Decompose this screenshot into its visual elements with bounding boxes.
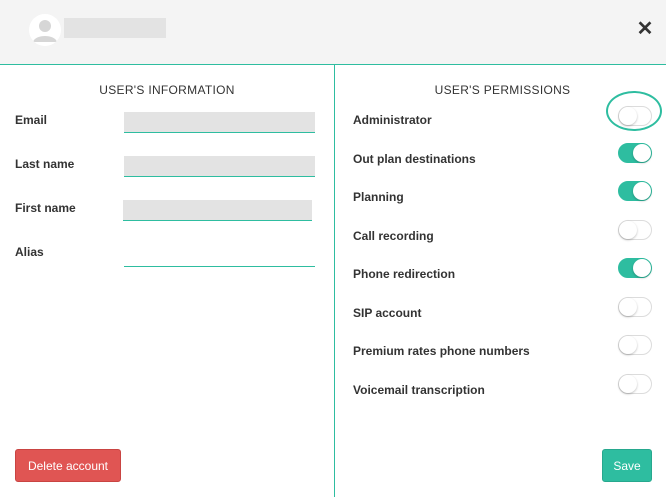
toggle-knob	[619, 336, 637, 354]
toggle-knob	[619, 107, 637, 125]
permission-label-planning: Planning	[353, 190, 404, 204]
email-label: Email	[15, 113, 48, 127]
email-field[interactable]	[124, 112, 315, 133]
toggle-knob	[633, 259, 651, 277]
toggle-knob	[619, 298, 637, 316]
toggle-out-plan-destinations[interactable]	[618, 143, 652, 163]
toggle-knob	[633, 144, 651, 162]
permission-label-sip-account: SIP account	[353, 306, 422, 320]
first-name-label: First name	[15, 201, 76, 215]
toggle-premium-rates[interactable]	[618, 335, 652, 355]
permission-label-call-recording: Call recording	[353, 229, 434, 243]
toggle-phone-redirection[interactable]	[618, 258, 652, 278]
user-name-placeholder	[64, 18, 166, 38]
toggle-voicemail-transcription[interactable]	[618, 374, 652, 394]
toggle-administrator[interactable]	[618, 106, 652, 126]
permission-label-out-plan-destinations: Out plan destinations	[353, 152, 476, 166]
toggle-sip-account[interactable]	[618, 297, 652, 317]
toggle-planning[interactable]	[618, 181, 652, 201]
user-info-title: USER'S INFORMATION	[99, 83, 235, 97]
alias-field[interactable]	[124, 246, 315, 267]
delete-account-button[interactable]: Delete account	[15, 449, 121, 482]
alias-label: Alias	[15, 245, 44, 259]
permission-label-phone-redirection: Phone redirection	[353, 267, 456, 281]
toggle-knob	[633, 182, 651, 200]
last-name-field[interactable]	[124, 156, 315, 177]
permission-label-voicemail-transcription: Voicemail transcription	[353, 383, 485, 397]
toggle-knob	[619, 221, 637, 239]
close-icon[interactable]: ✕	[634, 18, 656, 40]
permission-label-administrator: Administrator	[353, 113, 432, 127]
save-button[interactable]: Save	[602, 449, 652, 482]
column-divider	[334, 65, 335, 497]
permission-label-premium-rates: Premium rates phone numbers	[353, 344, 530, 358]
user-permissions-title: USER'S PERMISSIONS	[434, 83, 571, 97]
first-name-field[interactable]	[123, 200, 312, 221]
modal-header: ✕	[0, 0, 666, 65]
user-avatar-icon	[29, 14, 61, 46]
last-name-label: Last name	[15, 157, 75, 171]
toggle-knob	[619, 375, 637, 393]
toggle-call-recording[interactable]	[618, 220, 652, 240]
